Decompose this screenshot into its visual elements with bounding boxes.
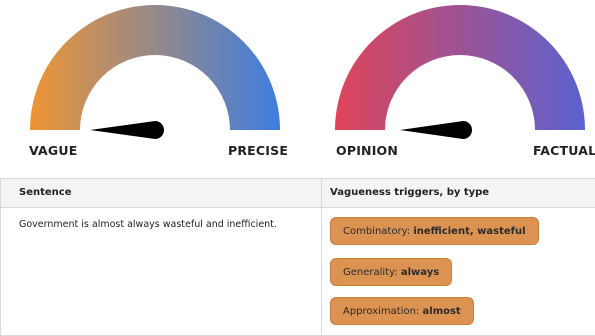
trigger-words: almost xyxy=(422,306,461,317)
trigger-type: Combinatory: xyxy=(343,226,414,237)
trigger-chip-combinatory: Combinatory: inefficient, wasteful xyxy=(330,217,539,245)
gauge-left-label-vague: VAGUE xyxy=(29,143,78,158)
table-header-row: Sentence Vagueness triggers, by type xyxy=(0,179,595,208)
trigger-words: always xyxy=(400,267,440,278)
vague-precise-gauge-needle xyxy=(90,121,164,139)
table-left-border xyxy=(0,179,1,336)
header-vagueness-triggers: Vagueness triggers, by type xyxy=(330,187,490,198)
opinion-factual-gauge-graphic xyxy=(335,5,585,139)
opinion-factual-gauge-needle xyxy=(400,121,472,139)
gauge-right-label-precise: PRECISE xyxy=(228,143,289,158)
header-sentence: Sentence xyxy=(19,187,72,198)
table-column-divider xyxy=(321,179,322,336)
trigger-chip-generality: Generality: always xyxy=(330,258,453,286)
vagueness-table: Sentence Vagueness triggers, by type Gov… xyxy=(0,178,595,336)
trigger-words: inefficient, wasteful xyxy=(413,226,526,237)
gauge-left-label-opinion: OPINION xyxy=(336,143,399,158)
trigger-type: Approximation: xyxy=(343,306,423,317)
vague-precise-gauge-graphic xyxy=(30,5,280,139)
gauge-right-label-factual: FACTUAL xyxy=(533,143,595,158)
opinion-factual-gauge: OPINION FACTUAL xyxy=(307,0,595,170)
sentence-cell: Government is almost always wasteful and… xyxy=(19,219,277,230)
opinion-factual-gauge-arc xyxy=(335,5,585,130)
trigger-chip-approximation: Approximation: almost xyxy=(330,297,474,325)
trigger-type: Generality: xyxy=(343,267,401,278)
vague-precise-gauge: VAGUE PRECISE xyxy=(0,0,300,170)
vague-precise-gauge-arc xyxy=(30,5,280,130)
